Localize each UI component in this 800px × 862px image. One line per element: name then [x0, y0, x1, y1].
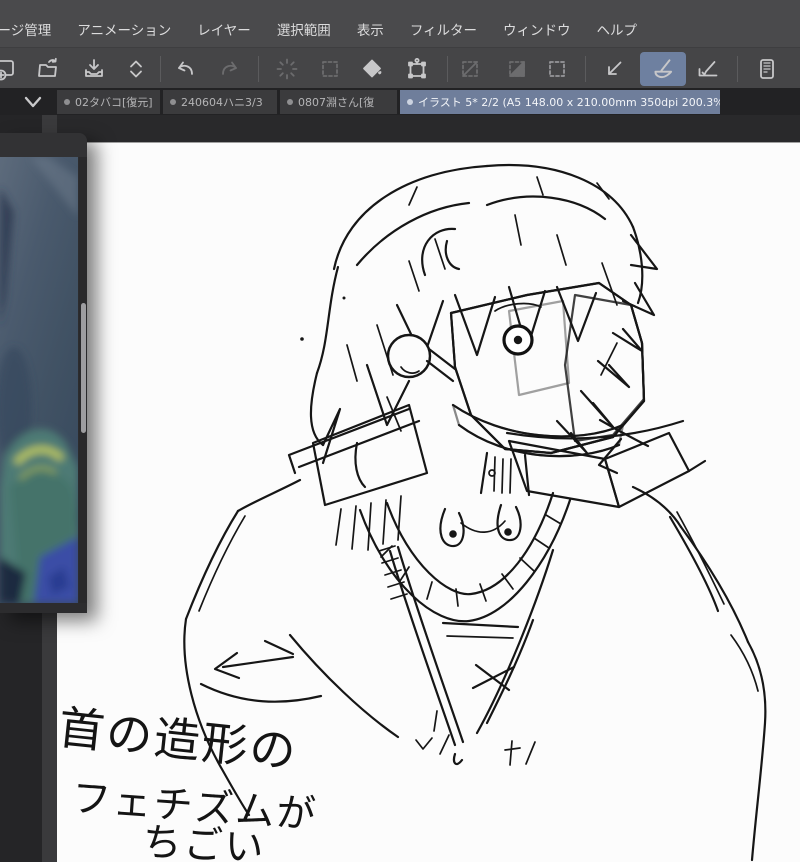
document-dot-icon — [170, 99, 176, 105]
menu-selection[interactable]: 選択範囲 — [277, 19, 331, 39]
frame-transform-icon[interactable] — [399, 52, 435, 86]
paint-app-window: ページ管理 アニメーション レイヤー 選択範囲 表示 フィルター ウィンドウ ヘ… — [0, 0, 800, 862]
document-dot-icon — [287, 99, 293, 105]
canvas-margin — [57, 115, 800, 142]
tab-document-4-active[interactable]: イラスト 5* 2/2 (A5 148.00 x 210.00mm 350dpi… — [400, 90, 720, 114]
sketch-drawing: 首の造形の フェチズムが ちごい — [57, 164, 767, 862]
save-icon[interactable] — [76, 52, 112, 86]
toolbar-divider — [258, 56, 259, 82]
reference-image-window — [0, 133, 87, 613]
menu-layer[interactable]: レイヤー — [197, 19, 251, 39]
annotation-line-3: ちごい — [141, 820, 266, 862]
selection-rect-icon[interactable] — [539, 52, 575, 86]
document-dot-icon — [64, 99, 70, 105]
deselect-icon[interactable] — [312, 52, 348, 86]
companion-device-icon[interactable] — [749, 52, 785, 86]
tool-bar — [0, 47, 800, 88]
menu-filter[interactable]: フィルター — [410, 19, 477, 39]
menu-bar: ページ管理 アニメーション レイヤー 選択範囲 表示 フィルター ウィンドウ ヘ… — [0, 0, 800, 47]
tab-label: 240604ハニ3/3 — [181, 96, 263, 109]
selection-fill-icon[interactable] — [499, 52, 535, 86]
menu-page-management[interactable]: ページ管理 — [0, 19, 51, 39]
tab-document-3[interactable]: 0807淵さん[復 — [280, 90, 397, 114]
chevron-down-icon[interactable] — [16, 91, 50, 113]
open-file-icon[interactable] — [30, 52, 66, 86]
reference-scrollbar[interactable] — [79, 157, 87, 603]
toolbar-divider — [585, 56, 586, 82]
fill-icon[interactable] — [354, 52, 390, 86]
document-tab-bar: 02タバコ[復元] 240604ハニ3/3 0807淵さん[復 イラスト 5* … — [0, 88, 800, 115]
neck-collar — [287, 403, 707, 623]
menu-help[interactable]: ヘルプ — [597, 19, 638, 39]
snap-ruler-icon[interactable] — [596, 52, 632, 86]
scrollbar-thumb[interactable] — [81, 303, 86, 433]
clear-icon[interactable] — [269, 52, 305, 86]
drawing-canvas[interactable]: 首の造形の フェチズムが ちごい — [57, 142, 800, 862]
snap-special-ruler-icon[interactable] — [640, 52, 686, 86]
tab-label: 0807淵さん[復 — [298, 96, 375, 109]
undo-icon[interactable] — [167, 52, 203, 86]
new-canvas-icon[interactable] — [0, 52, 24, 86]
reference-window-titlebar[interactable] — [0, 133, 87, 157]
menu-view[interactable]: 表示 — [357, 19, 384, 39]
tab-label: イラスト 5* 2/2 (A5 148.00 x 210.00mm 350dpi… — [418, 96, 720, 109]
snap-grid-icon[interactable] — [690, 52, 726, 86]
toolbar-divider — [160, 56, 161, 82]
tab-document-2[interactable]: 240604ハニ3/3 — [163, 90, 277, 114]
redo-icon[interactable] — [212, 52, 248, 86]
toolbar-divider — [737, 56, 738, 82]
menu-animation[interactable]: アニメーション — [77, 19, 171, 39]
mask-and-face — [386, 281, 646, 458]
document-dot-icon — [407, 99, 413, 105]
menu-window[interactable]: ウィンドウ — [503, 19, 571, 39]
selection-line-icon[interactable] — [452, 52, 488, 86]
updown-chevrons-icon[interactable] — [118, 52, 154, 86]
tab-label: 02タバコ[復元] — [75, 96, 153, 109]
toolbar-divider — [447, 56, 448, 82]
tab-document-1[interactable]: 02タバコ[復元] — [57, 90, 160, 114]
annotation-line-1: 首の造形の — [57, 700, 300, 779]
reference-photo — [0, 157, 78, 603]
